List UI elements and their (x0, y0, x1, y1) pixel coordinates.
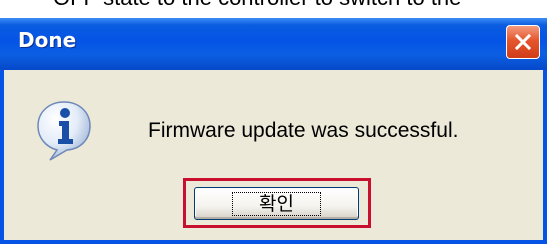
background-document-text: OFF state to the controller to switch to… (53, 0, 461, 11)
dialog-window: Done Firmware update was successful. 확인 (0, 18, 547, 244)
close-button[interactable] (506, 25, 540, 59)
dialog-titlebar[interactable]: Done (0, 18, 547, 70)
window-frame-right (543, 70, 547, 244)
dialog-message: Firmware update was successful. (148, 119, 459, 142)
ok-button-label: 확인 (232, 191, 321, 216)
screenshot: OFF state to the controller to switch to… (0, 0, 547, 244)
dialog-title: Done (18, 28, 77, 52)
window-frame-left (0, 70, 4, 244)
ok-button[interactable]: 확인 (194, 187, 359, 220)
info-icon (37, 101, 91, 161)
close-icon (514, 33, 532, 51)
window-frame-bottom (0, 240, 547, 244)
